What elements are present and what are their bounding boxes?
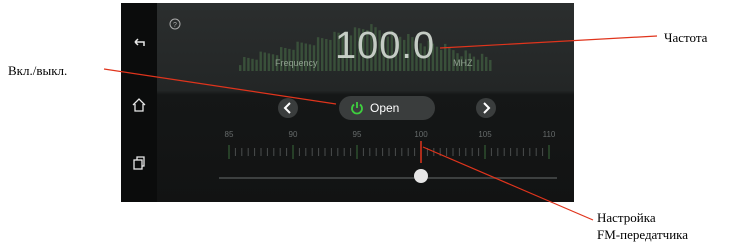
tuning-callout-line <box>422 146 594 221</box>
frequency-callout-line <box>439 35 658 49</box>
power-annotation: Вкл./выкл. <box>8 63 68 78</box>
tuning-annotation-line2: FM-передатчика <box>597 227 689 242</box>
power-callout-line <box>103 68 337 105</box>
callout-lines <box>103 35 658 221</box>
tuning-annotation-line1: Настройка <box>597 210 656 225</box>
frequency-annotation: Частота <box>664 30 708 45</box>
